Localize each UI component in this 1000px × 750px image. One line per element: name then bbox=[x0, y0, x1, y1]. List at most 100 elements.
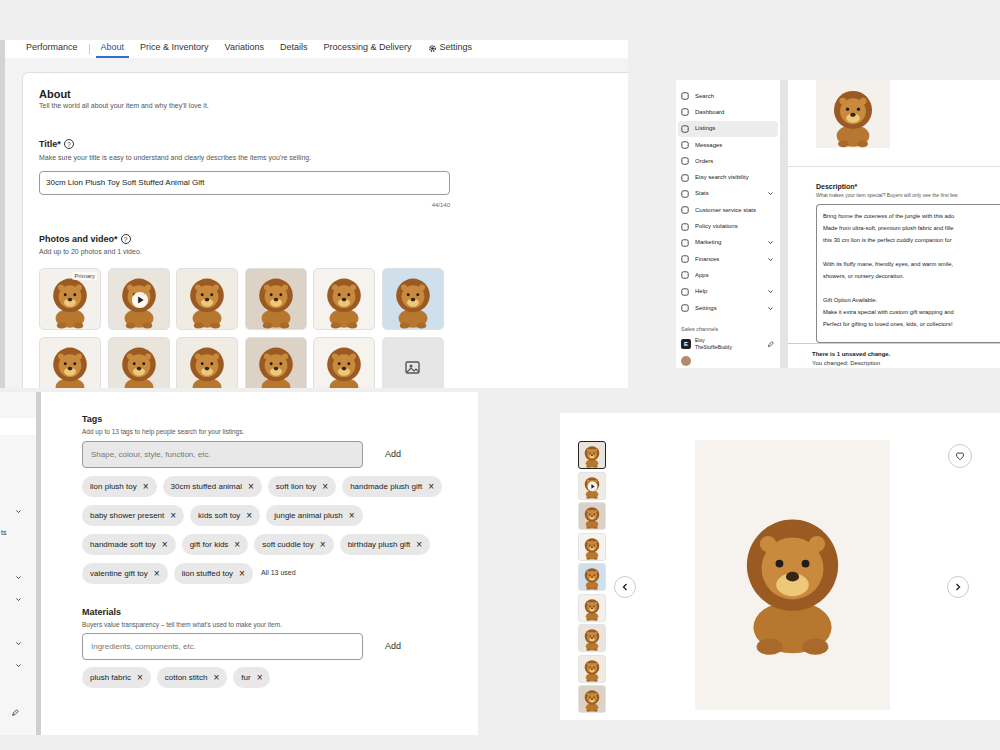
tab[interactable]: Price & Inventory bbox=[135, 40, 214, 58]
product-thumbnail[interactable] bbox=[578, 624, 606, 652]
tag-chip[interactable]: 30cm stuffed animal× bbox=[163, 476, 262, 497]
help-icon[interactable]: ? bbox=[121, 234, 131, 244]
sidebar-row[interactable] bbox=[0, 698, 36, 720]
tag-chip[interactable]: gift for kids× bbox=[182, 534, 249, 555]
sidebar-item[interactable]: Finances bbox=[678, 251, 778, 267]
sidebar-item[interactable]: Customer service stats bbox=[678, 202, 778, 218]
sidebar-row[interactable] bbox=[0, 654, 36, 676]
sidebar-item[interactable]: Listings bbox=[678, 121, 778, 137]
photo-thumbnail[interactable]: Primary bbox=[39, 268, 101, 330]
tag-chip[interactable]: lion plush toy× bbox=[82, 476, 157, 497]
remove-icon[interactable]: × bbox=[257, 673, 263, 683]
sidebar-item[interactable]: Dashboard bbox=[678, 104, 778, 120]
photo-thumbnail[interactable] bbox=[382, 268, 444, 330]
tag-chip[interactable]: cotton stitch× bbox=[157, 667, 228, 688]
tab[interactable]: About bbox=[96, 40, 130, 58]
photo-thumbnail[interactable] bbox=[176, 268, 238, 330]
tag-chip[interactable]: jungle animal plush× bbox=[266, 505, 362, 526]
add-button[interactable]: Add bbox=[385, 640, 401, 654]
title-input[interactable]: 30cm Lion Plush Toy Soft Stuffed Animal … bbox=[39, 171, 450, 195]
product-thumbnail[interactable] bbox=[578, 655, 606, 683]
remove-icon[interactable]: × bbox=[239, 569, 245, 579]
tab-label: About bbox=[101, 41, 125, 55]
prev-arrow-icon[interactable] bbox=[614, 576, 636, 598]
tab-label: Variations bbox=[225, 41, 264, 55]
remove-icon[interactable]: × bbox=[162, 540, 168, 550]
tag-chip[interactable]: kids soft toy× bbox=[190, 505, 260, 526]
product-thumbnail[interactable] bbox=[578, 685, 606, 713]
sidebar-row[interactable] bbox=[0, 500, 36, 522]
product-thumbnail[interactable] bbox=[578, 594, 606, 622]
product-thumbnail[interactable] bbox=[578, 533, 606, 561]
remove-icon[interactable]: × bbox=[246, 511, 252, 521]
remove-icon[interactable]: × bbox=[320, 540, 326, 550]
tag-chip[interactable]: handmade soft toy× bbox=[82, 534, 176, 555]
sales-channel[interactable]: EEtsyTheStuffieBuddy bbox=[678, 337, 778, 351]
tag-chip[interactable]: plush fabric× bbox=[82, 667, 151, 688]
sidebar-row[interactable] bbox=[0, 418, 36, 435]
tab[interactable]: Performance bbox=[21, 40, 83, 58]
sidebar-item[interactable]: Apps bbox=[678, 267, 778, 283]
sidebar-item[interactable]: Policy violations bbox=[678, 218, 778, 234]
sidebar-item[interactable]: Messages bbox=[678, 137, 778, 153]
tag-chip[interactable]: handmade plush gift× bbox=[342, 476, 442, 497]
sidebar-row[interactable] bbox=[0, 566, 36, 588]
sidebar-item[interactable]: Settings bbox=[678, 300, 778, 316]
tag-chip[interactable]: birthday plush gift× bbox=[340, 534, 431, 555]
sidebar-row[interactable] bbox=[0, 632, 36, 654]
photo-thumbnail[interactable] bbox=[313, 337, 375, 388]
product-thumbnail[interactable] bbox=[578, 502, 606, 530]
next-arrow-icon[interactable] bbox=[947, 576, 969, 598]
remove-icon[interactable]: × bbox=[234, 540, 240, 550]
remove-icon[interactable]: × bbox=[248, 482, 254, 492]
heart-icon[interactable] bbox=[948, 444, 972, 468]
tag-input[interactable] bbox=[82, 441, 363, 468]
remove-icon[interactable]: × bbox=[428, 482, 434, 492]
add-photo-button[interactable] bbox=[382, 337, 444, 388]
remove-icon[interactable]: × bbox=[137, 673, 143, 683]
remove-icon[interactable]: × bbox=[322, 482, 328, 492]
tag-chip[interactable]: lion stuffed toy× bbox=[174, 563, 253, 584]
sidebar-label: Customer service stats bbox=[695, 206, 774, 215]
sidebar-item[interactable]: Marketing bbox=[678, 235, 778, 251]
sidebar-item[interactable]: Orders bbox=[678, 153, 778, 169]
avatar[interactable] bbox=[681, 356, 691, 366]
tag-chip[interactable]: valentine gift toy× bbox=[82, 563, 168, 584]
remove-icon[interactable]: × bbox=[349, 511, 355, 521]
tag-chip[interactable]: soft lion toy× bbox=[268, 476, 336, 497]
remove-icon[interactable]: × bbox=[416, 540, 422, 550]
sidebar-item[interactable]: Etsy search visibility bbox=[678, 169, 778, 185]
tab[interactable]: Settings bbox=[423, 40, 478, 58]
photo-thumbnail[interactable] bbox=[108, 337, 170, 388]
photo-thumbnail[interactable] bbox=[245, 268, 307, 330]
tag-input[interactable] bbox=[82, 633, 363, 660]
remove-icon[interactable]: × bbox=[143, 482, 149, 492]
tag-chip[interactable]: fur× bbox=[233, 667, 270, 688]
sidebar-row[interactable]: ts bbox=[0, 522, 36, 544]
remove-icon[interactable]: × bbox=[154, 569, 160, 579]
photo-thumbnail[interactable] bbox=[39, 337, 101, 388]
photo-thumbnail[interactable] bbox=[108, 268, 170, 330]
photo-thumbnail[interactable] bbox=[245, 337, 307, 388]
sidebar-item[interactable]: Stats bbox=[678, 186, 778, 202]
sidebar-label: Apps bbox=[695, 271, 774, 280]
remove-icon[interactable]: × bbox=[213, 673, 219, 683]
photo-thumbnail[interactable] bbox=[313, 268, 375, 330]
product-thumbnail[interactable] bbox=[578, 441, 606, 469]
tab[interactable]: Variations bbox=[220, 40, 269, 58]
sidebar-item[interactable]: Help bbox=[678, 284, 778, 300]
tag-chip[interactable]: soft cuddle toy× bbox=[254, 534, 333, 555]
remove-icon[interactable]: × bbox=[170, 511, 176, 521]
product-thumbnail[interactable] bbox=[578, 472, 606, 500]
sidebar-item[interactable]: Search bbox=[678, 88, 778, 104]
tab-label: Details bbox=[280, 41, 308, 55]
add-button[interactable]: Add bbox=[385, 448, 401, 462]
help-icon[interactable]: ? bbox=[64, 139, 74, 149]
photo-thumbnail[interactable] bbox=[176, 337, 238, 388]
description-textarea[interactable]: Bring home the cuteness of the jungle wi… bbox=[816, 204, 1000, 343]
tab[interactable]: Details bbox=[275, 40, 313, 58]
tab[interactable]: Processing & Delivery bbox=[318, 40, 416, 58]
sidebar-row[interactable] bbox=[0, 588, 36, 610]
product-thumbnail[interactable] bbox=[578, 563, 606, 591]
tag-chip[interactable]: baby shower present× bbox=[82, 505, 184, 526]
